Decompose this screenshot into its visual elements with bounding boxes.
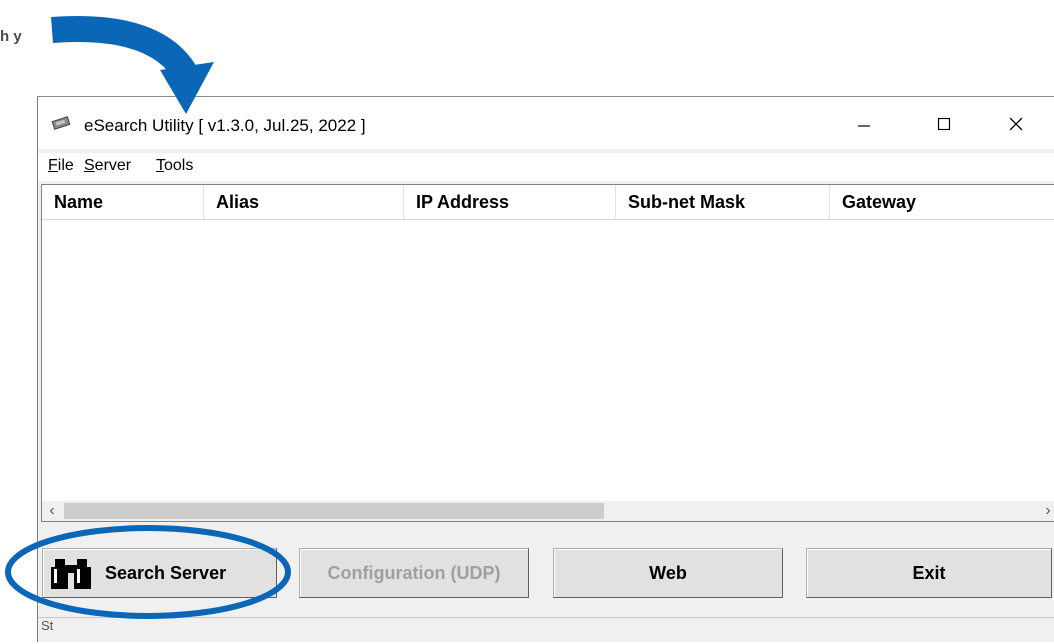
list-header: Name Alias IP Address Sub-net Mask Gatew… bbox=[42, 185, 1054, 220]
status-bar: St bbox=[38, 617, 1054, 644]
menu-tools[interactable]: Tools bbox=[156, 157, 193, 175]
close-button[interactable] bbox=[996, 105, 1036, 143]
horizontal-scrollbar[interactable]: ‹ › bbox=[42, 501, 1054, 521]
menu-file[interactable]: File bbox=[48, 157, 74, 175]
search-server-button[interactable]: Search Server bbox=[42, 548, 277, 598]
close-icon bbox=[1009, 117, 1023, 131]
configuration-udp-label: Configuration (UDP) bbox=[327, 562, 501, 583]
menu-tools-accel: T bbox=[156, 157, 164, 174]
column-header-gateway[interactable]: Gateway bbox=[830, 185, 1054, 219]
exit-button[interactable]: Exit bbox=[806, 548, 1052, 598]
column-header-ip-address[interactable]: IP Address bbox=[404, 185, 616, 219]
annotation-arrow bbox=[51, 16, 200, 85]
title-bar[interactable]: eSearch Utility [ v1.3.0, Jul.25, 2022 ] bbox=[38, 97, 1054, 149]
menu-file-accel: F bbox=[48, 157, 58, 174]
scroll-left-arrow-icon[interactable]: ‹ bbox=[42, 501, 62, 521]
exit-label: Exit bbox=[912, 562, 946, 583]
maximize-button[interactable] bbox=[924, 105, 964, 143]
esearch-window: eSearch Utility [ v1.3.0, Jul.25, 2022 ]… bbox=[37, 96, 1054, 642]
minimize-button[interactable] bbox=[844, 105, 884, 143]
menu-server-label: erver bbox=[94, 157, 132, 174]
menu-tools-label: ools bbox=[164, 157, 194, 174]
scrollbar-thumb[interactable] bbox=[64, 503, 604, 519]
status-text: St bbox=[41, 618, 54, 633]
server-list[interactable]: Name Alias IP Address Sub-net Mask Gatew… bbox=[41, 184, 1054, 522]
app-icon bbox=[51, 116, 71, 130]
menu-server[interactable]: Server bbox=[84, 157, 131, 175]
binoculars-icon bbox=[51, 559, 91, 589]
window-title: eSearch Utility [ v1.3.0, Jul.25, 2022 ] bbox=[84, 116, 366, 135]
menu-file-label: ile bbox=[57, 157, 74, 174]
menu-server-accel: S bbox=[84, 157, 95, 174]
background-text-fragment: h y bbox=[0, 28, 22, 45]
column-header-subnet-mask[interactable]: Sub-net Mask bbox=[616, 185, 830, 219]
maximize-icon bbox=[937, 117, 951, 131]
configuration-udp-button[interactable]: Configuration (UDP) bbox=[299, 548, 529, 598]
search-server-label: Search Server bbox=[105, 562, 227, 583]
web-button[interactable]: Web bbox=[553, 548, 783, 598]
column-header-name[interactable]: Name bbox=[42, 185, 204, 219]
scroll-right-arrow-icon[interactable]: › bbox=[1038, 501, 1054, 521]
web-label: Web bbox=[649, 562, 687, 583]
minimize-icon bbox=[858, 125, 870, 127]
column-header-alias[interactable]: Alias bbox=[204, 185, 404, 219]
menu-bar: File Server Tools bbox=[38, 153, 1054, 181]
